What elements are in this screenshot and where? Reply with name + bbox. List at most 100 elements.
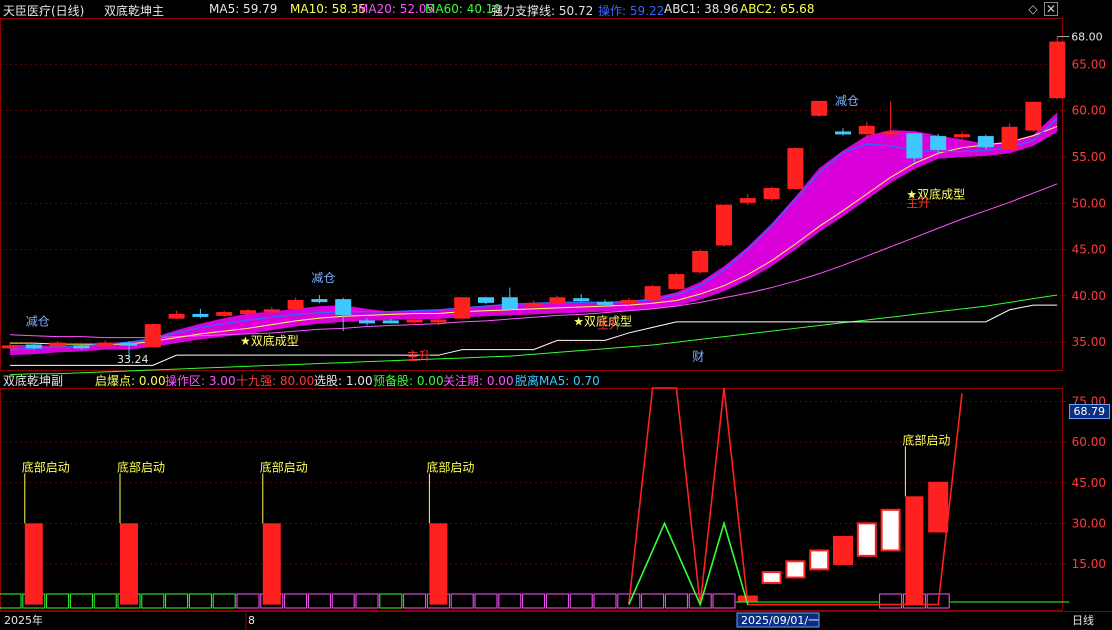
candle-up bbox=[882, 131, 899, 135]
sub-strip-box bbox=[545, 593, 569, 609]
sub-strip-box bbox=[641, 593, 665, 609]
sub-strip-box bbox=[664, 593, 688, 609]
sub-strip-box bbox=[93, 593, 117, 609]
sub-current-value: 68.79 bbox=[1068, 404, 1110, 419]
candle-up bbox=[287, 300, 304, 310]
candle-up bbox=[644, 286, 661, 301]
sub-strip-box bbox=[141, 593, 165, 609]
momentum-band bbox=[10, 112, 1058, 356]
candle-down bbox=[930, 136, 947, 151]
candle-up bbox=[858, 125, 875, 135]
sub-box-bar bbox=[761, 571, 782, 584]
candle-up bbox=[620, 300, 637, 304]
bottom-start-bar bbox=[429, 523, 448, 605]
sub-strip-box bbox=[879, 593, 903, 609]
bottom-start-bar bbox=[120, 523, 138, 605]
ma20-line bbox=[9, 183, 1058, 339]
chart-annotation: 主升 bbox=[407, 349, 431, 363]
candle-up bbox=[430, 319, 447, 323]
sub-y-tick-label: 15.00 bbox=[1072, 557, 1106, 571]
sub-strip-box bbox=[498, 593, 522, 609]
candle-down bbox=[573, 298, 590, 302]
candle-up bbox=[525, 302, 542, 307]
sub-strip-box bbox=[403, 593, 427, 609]
sub-box-bar bbox=[833, 535, 853, 565]
candle-down bbox=[382, 320, 399, 324]
sub-panel-frame bbox=[0, 388, 1063, 611]
candle-up bbox=[406, 319, 423, 323]
sub-box-bar bbox=[880, 508, 901, 552]
candle-up bbox=[1001, 126, 1018, 150]
time-label: 日线 bbox=[1072, 613, 1094, 627]
candle-down bbox=[359, 320, 375, 324]
sub-y-tick-label: 45.00 bbox=[1072, 476, 1106, 490]
sub-strip-box bbox=[307, 593, 331, 609]
chart-annotation: 财 bbox=[692, 350, 704, 364]
price-high-label: 68.00 bbox=[1071, 31, 1103, 44]
sub-strip-box bbox=[69, 593, 93, 609]
candle-down bbox=[501, 297, 518, 310]
candle-down bbox=[597, 301, 613, 305]
sub-box-bar bbox=[928, 481, 949, 533]
sub-strip-box bbox=[165, 593, 189, 609]
sub-strip-box bbox=[712, 593, 736, 609]
time-label: 2025/09/01/一 bbox=[741, 614, 819, 627]
main-y-tick-label: 50.00 bbox=[1072, 196, 1106, 210]
sub-strip-box bbox=[284, 593, 308, 609]
sub-strip-box bbox=[188, 593, 212, 609]
bottom-start-label: 底部启动 bbox=[426, 459, 474, 474]
sub-strip-box bbox=[379, 593, 403, 609]
bottom-start-label: 底部启动 bbox=[117, 459, 165, 474]
candle-up bbox=[97, 342, 114, 347]
bottom-start-bar bbox=[24, 523, 43, 605]
candle-up bbox=[549, 297, 566, 304]
sub-strip-box bbox=[593, 593, 617, 609]
sub-strip-box bbox=[0, 593, 22, 609]
candle-down bbox=[835, 131, 851, 135]
candle-down bbox=[977, 136, 994, 148]
candle-up bbox=[144, 324, 161, 348]
sub-strip-box bbox=[522, 593, 546, 609]
candle-up bbox=[787, 148, 804, 189]
sub-box-bar bbox=[785, 560, 806, 579]
chart-annotation: 主升 bbox=[906, 196, 930, 210]
sub-y-tick-label: 30.00 bbox=[1072, 516, 1106, 530]
candle-down bbox=[73, 345, 90, 349]
candle-up bbox=[763, 187, 780, 200]
sub-strip-box bbox=[331, 593, 355, 609]
sub-box-bar bbox=[809, 549, 830, 571]
candle-up bbox=[168, 313, 185, 319]
main-y-tick-label: 45.00 bbox=[1072, 243, 1106, 257]
candle-down bbox=[335, 299, 352, 315]
sub-strip-box bbox=[474, 593, 498, 609]
time-label: 8 bbox=[248, 614, 255, 627]
candle-up bbox=[668, 274, 685, 289]
candle-up bbox=[2, 345, 18, 349]
bottom-start-label: 底部启动 bbox=[260, 459, 308, 474]
stock-chart[interactable]: 35.00 40.00 45.00 50.00 55.00 60.00 65.00 15.00… bbox=[0, 0, 1112, 630]
candle-down bbox=[192, 313, 209, 317]
main-y-tick-label: 65.00 bbox=[1072, 57, 1106, 71]
candle-up bbox=[263, 309, 280, 313]
candle-up bbox=[49, 342, 66, 347]
bottom-start-label: 底部启动 bbox=[22, 459, 70, 474]
candle-down bbox=[906, 133, 923, 159]
candle-up bbox=[1049, 41, 1066, 99]
sub-green-line bbox=[628, 520, 749, 607]
time-label: 2025年 bbox=[4, 613, 43, 627]
sub-strip-box bbox=[355, 593, 379, 609]
chart-annotation: 减仓 bbox=[26, 315, 50, 329]
candle-up bbox=[216, 312, 233, 316]
candle-up bbox=[692, 250, 709, 273]
sub-strip-box bbox=[236, 593, 260, 609]
candle-up bbox=[811, 100, 828, 116]
main-y-tick-label: 60.00 bbox=[1072, 104, 1106, 118]
sub-strip-box bbox=[569, 593, 593, 609]
bottom-start-bar bbox=[905, 496, 924, 605]
sub-strip-box bbox=[46, 593, 70, 609]
bottom-start-label: 底部启动 bbox=[902, 432, 950, 447]
candle-down bbox=[121, 342, 137, 346]
sub-box-bar bbox=[856, 522, 877, 557]
main-y-tick-label: 55.00 bbox=[1072, 150, 1106, 164]
main-y-tick-label: 35.00 bbox=[1072, 335, 1106, 349]
